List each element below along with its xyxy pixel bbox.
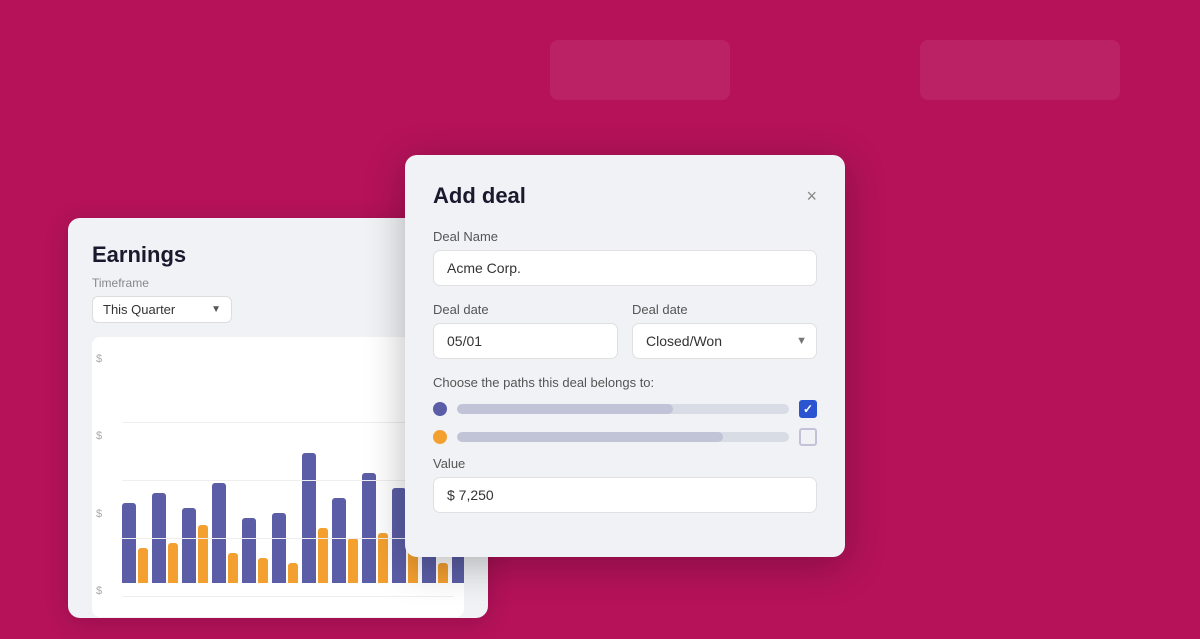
bar-orange [288,563,298,583]
path-dot-purple [433,402,447,416]
path-checkbox-purple[interactable] [799,400,817,418]
path-row-orange [433,428,817,446]
bg-card-hint-1 [550,40,730,100]
timeframe-value: This Quarter [103,302,175,317]
bar-group [302,453,328,583]
bar-orange [198,525,208,583]
modal-header: Add deal × [433,183,817,209]
paths-label: Choose the paths this deal belongs to: [433,375,817,390]
y-label: $ [96,353,102,365]
chevron-down-icon: ▼ [211,304,221,315]
bar-orange [228,553,238,583]
bar-purple [242,518,256,583]
value-group: Value [433,456,817,513]
bar-purple [182,508,196,583]
bar-purple [302,453,316,583]
grid-line [122,596,454,597]
y-axis-labels: $ $ $ $ [96,353,102,597]
bar-group [272,513,298,583]
deal-date-label: Deal date [433,302,618,317]
bar-group [182,508,208,583]
bar-orange [318,528,328,583]
bar-orange [138,548,148,583]
value-label: Value [433,456,817,471]
deal-date-group: Deal date [433,302,618,359]
deal-status-label: Deal date [632,302,817,317]
path-row-purple [433,400,817,418]
bar-purple [272,513,286,583]
add-deal-modal: Add deal × Deal Name Deal date Deal date… [405,155,845,557]
bar-group [212,483,238,583]
bar-orange [438,563,448,583]
bar-group [242,518,268,583]
bar-purple [362,473,376,583]
timeframe-select[interactable]: This Quarter ▼ [92,296,232,323]
path-checkbox-orange[interactable] [799,428,817,446]
modal-title: Add deal [433,183,526,209]
deal-name-group: Deal Name [433,229,817,286]
bar-group [122,503,148,583]
y-label: $ [96,585,102,597]
path-dot-orange [433,430,447,444]
bg-card-hint-2 [920,40,1120,100]
value-input-wrapper [433,477,817,513]
paths-section: Choose the paths this deal belongs to: [433,375,817,446]
path-fill [457,404,673,414]
deal-date-row: Deal date Deal date Closed/Won Open Lost… [433,302,817,359]
bar-orange [168,543,178,583]
y-label: $ [96,430,102,442]
bar-purple [392,488,406,583]
path-bar-orange [457,432,789,442]
path-bar-purple [457,404,789,414]
bar-orange [258,558,268,583]
deal-name-label: Deal Name [433,229,817,244]
deal-date-input[interactable] [433,323,618,359]
deal-status-select-wrapper: Closed/Won Open Lost ▼ [632,323,817,359]
bar-purple [332,498,346,583]
bar-group [332,498,358,583]
path-fill [457,432,723,442]
deal-status-select[interactable]: Closed/Won Open Lost [632,323,817,359]
bar-orange [378,533,388,583]
value-input[interactable] [433,477,817,513]
close-button[interactable]: × [806,187,817,205]
bar-orange [348,538,358,583]
bar-purple [122,503,136,583]
y-label: $ [96,508,102,520]
bar-group [362,473,388,583]
deal-status-group: Deal date Closed/Won Open Lost ▼ [632,302,817,359]
deal-name-input[interactable] [433,250,817,286]
bar-purple [212,483,226,583]
